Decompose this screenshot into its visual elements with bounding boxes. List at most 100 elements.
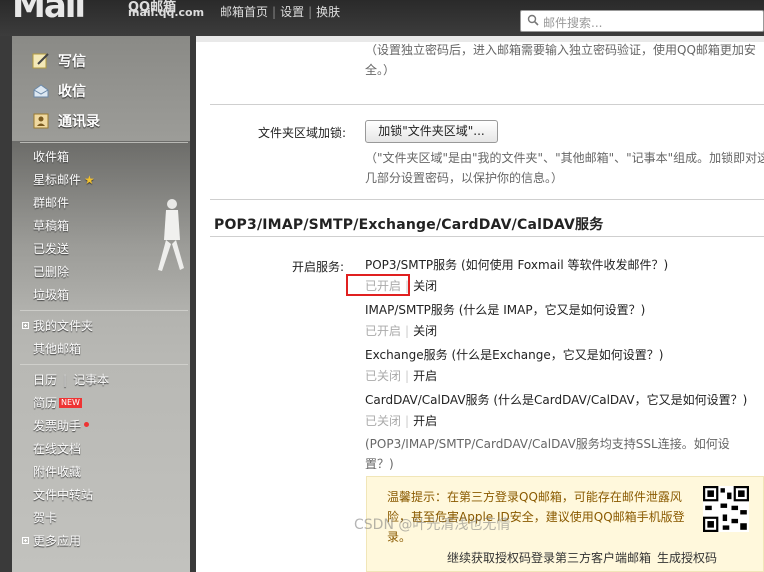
exchange-toggle-link[interactable]: 开启: [413, 369, 437, 383]
expand-plus-icon: [22, 537, 29, 544]
search-input[interactable]: 邮件搜索...: [520, 10, 764, 32]
folder-note-line: 几部分设置密码，以保护你的信息。）: [365, 171, 564, 185]
folder-lock-note: （"文件夹区域"是由"我的文件夹"、"其他邮箱"、"记事本"组成。加锁即对这 几…: [365, 148, 764, 188]
tip-footer: 继续获取授权码登录第三方客户端邮箱 生成授权码: [447, 549, 717, 566]
folder-extra-list: 我的文件夹 其他邮箱: [12, 315, 190, 361]
nav-skin-link[interactable]: 换肤: [316, 5, 340, 19]
star-icon: ★: [84, 173, 95, 187]
app-label: 附件收藏: [33, 465, 82, 479]
folder-label: 垃圾箱: [33, 288, 70, 302]
contacts-label: 通讯录: [58, 114, 100, 130]
password-note-line: 全。）: [365, 63, 396, 77]
greeting-card-link[interactable]: 贺卡: [12, 507, 190, 530]
pop3-smtp-toggle-link[interactable]: 关闭: [413, 279, 437, 293]
contacts-icon: [33, 113, 49, 129]
enable-service-label: 开启服务:: [291, 260, 344, 274]
receive-label: 收信: [58, 84, 86, 100]
imap-smtp-title: IMAP/SMTP服务 (什么是 IMAP，它又是如何设置？): [365, 303, 646, 317]
carddav-caldav-toggle-link[interactable]: 开启: [413, 414, 437, 428]
new-badge: NEW: [59, 398, 82, 408]
calendar-notes-row: 日历 | 记事本: [33, 373, 110, 387]
status-label: 已关闭: [365, 414, 402, 428]
mail-logo[interactable]: Mail: [12, 0, 86, 26]
more-apps-toggle[interactable]: 更多应用: [12, 530, 190, 553]
folder-lock-label: 文件夹区域加锁:: [257, 126, 346, 140]
calendar-link[interactable]: 日历: [33, 373, 57, 387]
highlight-box: [346, 274, 410, 296]
invoice-helper-link[interactable]: 发票助手: [12, 415, 190, 438]
resume-link[interactable]: 简历 NEW: [12, 392, 190, 415]
primary-actions: 写信 收信 通讯录: [12, 46, 190, 136]
ssl-note-line: (POP3/IMAP/SMTP/CardDAV/CalDAV服务均支持SSL连接…: [365, 437, 730, 451]
receive-button[interactable]: 收信: [12, 76, 190, 106]
folder-drafts[interactable]: 草稿箱: [12, 215, 190, 238]
csdn-watermark: CSDN @叶光清浅也无情: [354, 517, 511, 533]
online-docs-link[interactable]: 在线文档: [12, 438, 190, 461]
imap-smtp-status-row: 已开启 | 关闭: [365, 324, 438, 338]
app-label: 发票助手: [33, 419, 82, 433]
more-apps-label: 更多应用: [33, 534, 82, 548]
exchange-status-row: 已关闭 | 开启: [365, 369, 438, 383]
section-divider: [210, 236, 764, 237]
notes-link[interactable]: 记事本: [73, 373, 109, 387]
sidebar-divider: [20, 310, 188, 311]
attachment-favorites-link[interactable]: 附件收藏: [12, 461, 190, 484]
sidebar-divider: [20, 142, 188, 143]
folder-label: 星标邮件: [33, 173, 82, 187]
section-divider: [210, 199, 764, 200]
compose-button[interactable]: 写信: [12, 46, 190, 76]
top-bar: Mail QQ邮箱 mail.qq.com 邮箱首页 | 设置 | 换肤 邮件搜索...: [0, 0, 764, 36]
section-title: POP3/IMAP/SMTP/Exchange/CardDAV/CalDAV服务: [214, 217, 604, 233]
nav-settings-link[interactable]: 设置: [280, 5, 304, 19]
sidebar: 写信 收信 通讯录 收件箱 星标邮件★ 群邮件 草稿箱 已发送 已删除 垃圾箱: [12, 36, 190, 572]
write-icon: [32, 53, 49, 69]
folder-label: 收件箱: [33, 150, 70, 164]
folder-deleted[interactable]: 已删除: [12, 261, 190, 284]
settings-panel: （设置独立密码后，进入邮箱需要输入独立密码验证，使用QQ邮箱更加安 全。） 文件…: [196, 36, 764, 572]
app-label: 贺卡: [33, 511, 58, 525]
apps-list: 日历 | 记事本 简历 NEW 发票助手 在线文档 附件收藏 文件中转站 贺卡 更多应…: [12, 369, 190, 553]
folder-inbox[interactable]: 收件箱: [12, 146, 190, 169]
app-label: 文件中转站: [33, 488, 94, 502]
imap-smtp-toggle-link[interactable]: 关闭: [413, 324, 437, 338]
status-label: 已关闭: [365, 369, 402, 383]
other-mail-link[interactable]: 其他邮箱: [12, 338, 190, 361]
exchange-title: Exchange服务 (什么是Exchange，它又是如何设置？): [365, 348, 664, 362]
folder-label: 群邮件: [33, 196, 70, 210]
resume-label: 简历: [33, 396, 58, 410]
folder-sent[interactable]: 已发送: [12, 238, 190, 261]
folder-label: 草稿箱: [33, 219, 70, 233]
tip-footer-text: 继续获取授权码登录第三方客户端邮箱: [447, 551, 652, 565]
sidebar-divider: [20, 364, 188, 365]
pop3-smtp-title: POP3/SMTP服务 (如何使用 Foxmail 等软件收发邮件？): [365, 258, 669, 272]
contacts-button[interactable]: 通讯录: [12, 106, 190, 136]
folder-label: 已发送: [33, 242, 70, 256]
carddav-caldav-title: CardDAV/CalDAV服务 (什么是CardDAV/CalDAV，它又是如…: [365, 393, 748, 407]
search-icon: [527, 14, 539, 26]
status-label: 已开启: [365, 324, 402, 338]
folder-list: 收件箱 星标邮件 ★ 群邮件 草稿箱 已发送 已删除 垃圾箱: [12, 146, 190, 307]
qr-code-icon: [703, 486, 749, 532]
my-folders-label: 我的文件夹: [33, 319, 94, 333]
generate-code-link[interactable]: 生成授权码: [657, 551, 717, 565]
folder-label: 已删除: [33, 265, 70, 279]
logo-domain: mail.qq.com: [128, 6, 205, 19]
folder-junk[interactable]: 垃圾箱: [12, 284, 190, 307]
expand-plus-icon: [22, 322, 29, 329]
section-divider: [210, 104, 764, 105]
folder-starred[interactable]: 星标邮件 ★: [12, 169, 190, 192]
carddav-caldav-status-row: 已关闭 | 开启: [365, 414, 438, 428]
folder-note-line: （"文件夹区域"是由"我的文件夹"、"其他邮箱"、"记事本"组成。加锁即对这: [365, 151, 764, 165]
inbox-icon: [33, 84, 49, 98]
file-transfer-link[interactable]: 文件中转站: [12, 484, 190, 507]
lock-folder-button[interactable]: 加锁"文件夹区域"...: [365, 120, 498, 143]
ssl-note: (POP3/IMAP/SMTP/CardDAV/CalDAV服务均支持SSL连接…: [365, 434, 764, 474]
top-nav: 邮箱首页 | 设置 | 换肤: [220, 5, 341, 19]
nav-home-link[interactable]: 邮箱首页: [220, 5, 268, 19]
my-folders-toggle[interactable]: 我的文件夹: [12, 315, 190, 338]
folder-group-mail[interactable]: 群邮件: [12, 192, 190, 215]
tip-line: 温馨提示：在第三方登录QQ邮箱，可能存在邮件泄露风: [387, 490, 682, 504]
app-label: 在线文档: [33, 442, 82, 456]
password-note: （设置独立密码后，进入邮箱需要输入独立密码验证，使用QQ邮箱更加安 全。）: [365, 40, 764, 80]
other-mail-label: 其他邮箱: [33, 342, 82, 356]
